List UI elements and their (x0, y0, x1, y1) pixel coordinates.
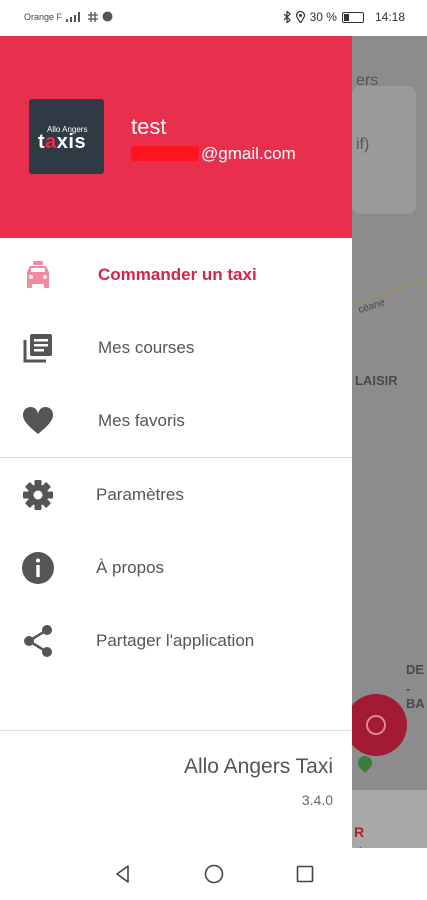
back-icon[interactable] (111, 862, 135, 886)
drawer-footer: Allo Angers Taxi 3.4.0 (0, 730, 352, 808)
menu-item-mes-courses[interactable]: Mes courses (0, 311, 352, 384)
share-icon (24, 625, 52, 657)
menu-label-parametres: Paramètres (96, 485, 184, 504)
menu-item-parametres[interactable]: Paramètres (0, 458, 352, 531)
system-nav-bar (0, 848, 427, 900)
status-left: Orange F (24, 11, 113, 22)
locate-me-button[interactable] (345, 694, 407, 756)
navigation-drawer: Allo Angers taxis test @gmail.com Comman… (0, 36, 352, 848)
menu-label-partager: Partager l'application (96, 631, 255, 650)
location-icon (295, 11, 305, 23)
home-icon[interactable] (202, 862, 226, 886)
menu-label-commander-taxi: Commander un taxi (98, 265, 257, 284)
data-saver-icon (102, 11, 113, 22)
clock: 14:18 (374, 10, 405, 24)
menu-item-partager[interactable]: Partager l'application (0, 604, 352, 677)
user-email: @gmail.com (131, 144, 296, 164)
gear-icon (23, 480, 53, 510)
status-right: 30 % 14:18 (283, 10, 405, 24)
app-logo: Allo Angers taxis (29, 99, 104, 174)
carrier-label: Orange F (24, 11, 63, 22)
map-place-label-1: LAISIR (355, 373, 398, 388)
bluetooth-icon (283, 11, 291, 23)
info-icon (22, 552, 54, 584)
menu-item-a-propos[interactable]: À propos (0, 531, 352, 604)
heart-icon (22, 406, 54, 434)
hash-icon (88, 11, 99, 22)
signal-icon (66, 11, 81, 22)
menu-item-mes-favoris[interactable]: Mes favoris (0, 384, 352, 457)
drawer-menu: Commander un taxi Mes courses Mes favori… (0, 238, 352, 677)
drawer-header: Allo Angers taxis test @gmail.com (0, 36, 352, 238)
map-card-text-1: ers (356, 72, 379, 89)
battery-percent: 30 % (309, 10, 337, 24)
map-place-label-2: DE (406, 662, 425, 677)
menu-label-a-propos: À propos (96, 558, 165, 577)
map-pin-icon (355, 753, 375, 773)
battery-icon (341, 11, 364, 23)
redaction-mark (131, 146, 199, 161)
map-road (351, 278, 427, 306)
app-name: Allo Angers Taxi (183, 755, 333, 778)
status-bar: Orange F 30 % 14:18 (0, 0, 427, 36)
user-name: test (131, 114, 167, 139)
logo-main-text: taxis (38, 131, 87, 153)
taxi-icon (27, 261, 49, 288)
menu-label-mes-favoris: Mes favoris (98, 411, 185, 430)
recents-icon[interactable] (293, 862, 317, 886)
menu-item-commander-taxi[interactable]: Commander un taxi (0, 238, 352, 311)
app-version: 3.4.0 (301, 792, 333, 808)
map-bottom-letter: R (354, 824, 365, 840)
map-card-text-2: if) (356, 136, 370, 153)
map-place-label-3: -BA (406, 681, 425, 711)
footer-divider (0, 730, 352, 731)
list-icon (23, 334, 52, 363)
menu-label-mes-courses: Mes courses (98, 338, 195, 357)
